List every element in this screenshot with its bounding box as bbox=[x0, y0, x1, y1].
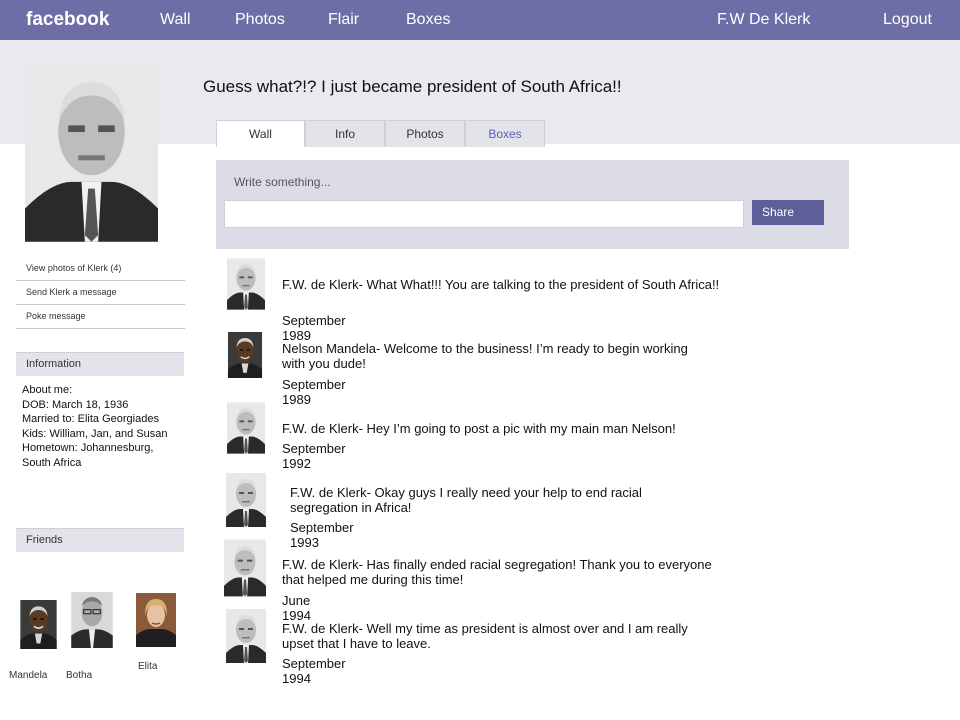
poke-link[interactable]: Poke message bbox=[16, 305, 185, 329]
nav-link-flair[interactable]: Flair bbox=[328, 11, 359, 29]
friends-header: Friends bbox=[16, 528, 184, 552]
post-date: September 1989 bbox=[282, 313, 346, 343]
post-text: F.W. de Klerk- Okay guys I really need y… bbox=[290, 485, 642, 515]
post-text: F.W. de Klerk- Has finally ended racial … bbox=[282, 557, 712, 587]
send-message-link[interactable]: Send Klerk a message bbox=[16, 281, 185, 305]
post-text: F.W. de Klerk- Well my time as president… bbox=[282, 621, 688, 651]
friend-photo-mandela[interactable] bbox=[16, 600, 61, 649]
composer-prompt: Write something... bbox=[234, 175, 331, 189]
view-photos-link[interactable]: View photos of Klerk (4) bbox=[16, 257, 185, 281]
top-navigation-bar: facebook Wall Photos Flair Boxes F.W De … bbox=[0, 0, 960, 40]
nav-link-wall[interactable]: Wall bbox=[160, 11, 191, 29]
share-button[interactable]: Share bbox=[752, 200, 824, 225]
about-married: Married to: Elita Georgiades bbox=[22, 413, 159, 425]
friend-photo-elita[interactable] bbox=[136, 592, 176, 648]
logout-link[interactable]: Logout bbox=[883, 11, 932, 29]
tab-boxes[interactable]: Boxes bbox=[465, 120, 545, 147]
post-avatar[interactable] bbox=[226, 608, 266, 664]
post-date: September 1989 bbox=[282, 377, 346, 407]
tab-photos[interactable]: Photos bbox=[385, 120, 465, 147]
friend-name-mandela[interactable]: Mandela bbox=[9, 670, 47, 681]
nav-link-photos[interactable]: Photos bbox=[235, 11, 285, 29]
profile-status: Guess what?!? I just became president of… bbox=[203, 77, 622, 96]
post-date: September 1993 bbox=[290, 520, 354, 550]
post-text: F.W. de Klerk- Hey I’m going to post a p… bbox=[282, 421, 676, 436]
about-dob: DOB: March 18, 1936 bbox=[22, 398, 129, 411]
post-avatar[interactable] bbox=[226, 472, 266, 528]
about-me-label: About me: bbox=[22, 384, 73, 396]
information-header: Information bbox=[16, 352, 184, 376]
post-avatar[interactable] bbox=[227, 402, 265, 454]
friend-photo-botha[interactable] bbox=[64, 592, 120, 648]
about-kids: Kids: William, Jan, and Susan bbox=[22, 427, 168, 440]
about-hometown: Hometown: Johannesburg, South Africa bbox=[22, 442, 154, 469]
friend-name-botha[interactable]: Botha bbox=[66, 670, 92, 681]
friend-name-elita[interactable]: Elita bbox=[138, 661, 157, 672]
tab-info[interactable]: Info bbox=[305, 120, 385, 147]
profile-photo[interactable] bbox=[25, 58, 158, 246]
nav-user-name[interactable]: F.W De Klerk bbox=[717, 11, 810, 29]
post-date: September 1992 bbox=[282, 441, 346, 471]
facebook-logo[interactable]: facebook bbox=[26, 9, 109, 31]
post-text: F.W. de Klerk- What What!!! You are talk… bbox=[282, 277, 720, 292]
post-date: September 1994 bbox=[282, 656, 346, 686]
about-info: About me: DOB: March 18, 1936 Married to… bbox=[22, 383, 182, 470]
post-avatar[interactable] bbox=[227, 258, 265, 310]
post-avatar[interactable] bbox=[224, 332, 266, 378]
post-avatar[interactable] bbox=[224, 538, 266, 598]
post-text: Nelson Mandela- Welcome to the business!… bbox=[282, 341, 688, 371]
profile-tabs: Wall Info Photos Boxes bbox=[216, 120, 545, 147]
wall-composer: Write something... Share bbox=[216, 160, 849, 249]
post-date: June 1994 bbox=[282, 593, 311, 623]
wall-post-input[interactable] bbox=[224, 200, 744, 228]
tab-wall[interactable]: Wall bbox=[216, 120, 305, 147]
nav-link-boxes[interactable]: Boxes bbox=[406, 11, 450, 29]
